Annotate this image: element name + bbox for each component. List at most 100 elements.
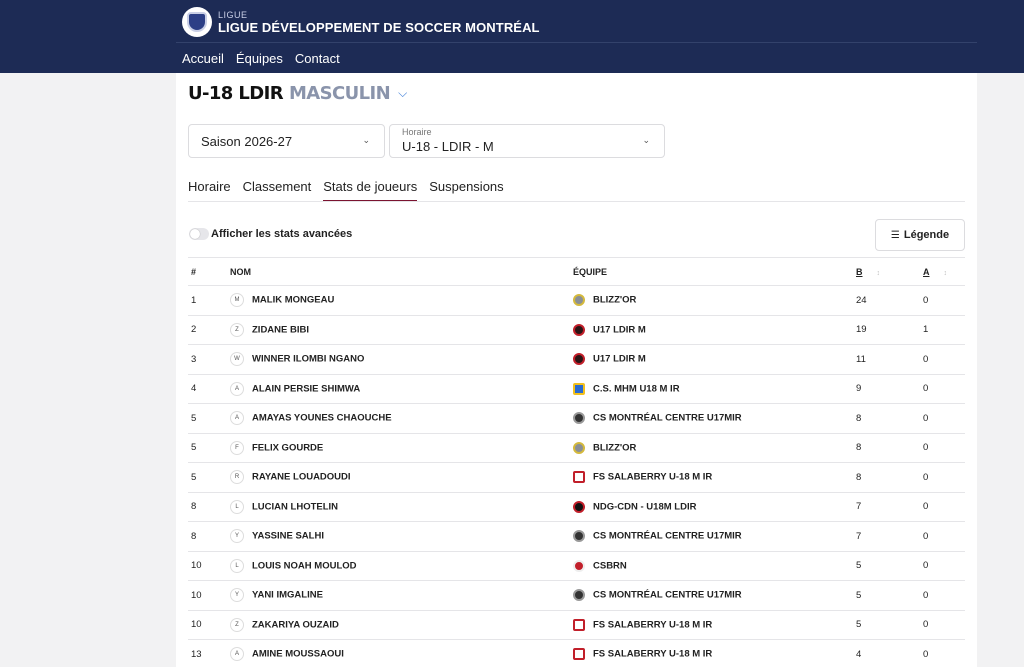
player-name-cell[interactable]: Z ZAKARIYA OUZAID — [230, 610, 573, 640]
player-name-cell[interactable]: A AMAYAS YOUNES CHAOUCHE — [230, 403, 573, 434]
player-name[interactable]: WINNER ILOMBI NGANO — [252, 354, 364, 365]
team-name[interactable]: FS SALABERRY U-18 M IR — [593, 472, 712, 483]
schedule-value: U-18 - LDIR - M — [402, 139, 494, 154]
page-title: U-18 LDIR — [188, 83, 284, 104]
player-name[interactable]: ALAIN PERSIE SHIMWA — [252, 383, 360, 394]
player-name[interactable]: ZIDANE BIBI — [252, 324, 309, 335]
team-cell[interactable]: FS SALABERRY U-18 M IR — [573, 639, 856, 667]
player-name[interactable]: YASSINE SALHI — [252, 531, 324, 542]
team-name[interactable]: C.S. MHM U18 M IR — [593, 383, 680, 394]
tab-classement[interactable]: Classement — [243, 179, 312, 202]
schedule-select[interactable]: Horaire U-18 - LDIR - M ⌄ — [389, 124, 665, 158]
player-name-cell[interactable]: L LOUIS NOAH MOULOD — [230, 551, 573, 581]
team-cell[interactable]: FS SALABERRY U-18 M IR — [573, 462, 856, 493]
table-row: 13 A AMINE MOUSSAOUI FS SALABERRY U-18 M … — [188, 639, 965, 667]
nav-equipes[interactable]: Équipes — [236, 51, 283, 66]
tab-horaire[interactable]: Horaire — [188, 179, 231, 202]
avatar: A — [230, 647, 244, 662]
goals-cell: 5 — [856, 610, 923, 640]
team-cell[interactable]: U17 LDIR M — [573, 315, 856, 345]
sort-icon[interactable]: ↕ — [877, 270, 881, 277]
rank-cell: 10 — [188, 551, 230, 581]
team-cell[interactable]: NDG-CDN - U18M LDIR — [573, 492, 856, 522]
player-name[interactable]: RAYANE LOUADOUDI — [252, 472, 351, 483]
team-crest-icon — [573, 530, 585, 543]
team-name[interactable]: FS SALABERRY U-18 M IR — [593, 649, 712, 660]
legend-button[interactable]: ☰ Légende — [875, 219, 965, 251]
player-name[interactable]: LUCIAN LHOTELIN — [252, 501, 338, 512]
header-assists[interactable]: A ↕ — [923, 257, 965, 286]
goals-cell: 5 — [856, 551, 923, 581]
nav-accueil[interactable]: Accueil — [182, 51, 224, 66]
season-select[interactable]: Saison 2026-27 ⌄ — [188, 124, 385, 158]
team-cell[interactable]: U17 LDIR M — [573, 344, 856, 375]
assists-cell: 0 — [923, 285, 965, 316]
player-name[interactable]: LOUIS NOAH MOULOD — [252, 560, 357, 571]
goals-cell: 8 — [856, 462, 923, 493]
player-name-cell[interactable]: A ALAIN PERSIE SHIMWA — [230, 374, 573, 404]
player-name[interactable]: AMAYAS YOUNES CHAOUCHE — [252, 413, 392, 424]
rank-cell: 5 — [188, 462, 230, 493]
team-name[interactable]: FS SALABERRY U-18 M IR — [593, 619, 712, 630]
team-cell[interactable]: CS MONTRÉAL CENTRE U17MIR — [573, 521, 856, 552]
player-name-cell[interactable]: A AMINE MOUSSAOUI — [230, 639, 573, 667]
team-cell[interactable]: FS SALABERRY U-18 M IR — [573, 610, 856, 640]
player-name-cell[interactable]: Z ZIDANE BIBI — [230, 315, 573, 345]
league-brand[interactable]: LIGUE LIGUE DÉVELOPPEMENT DE SOCCER MONT… — [182, 6, 540, 38]
team-cell[interactable]: CSBRN — [573, 551, 856, 581]
player-name[interactable]: MALIK MONGEAU — [252, 295, 334, 306]
assists-cell: 0 — [923, 639, 965, 667]
brand-small-label: LIGUE — [218, 9, 248, 20]
goals-cell: 5 — [856, 580, 923, 611]
team-crest-icon — [573, 559, 585, 572]
tab-suspensions[interactable]: Suspensions — [429, 179, 503, 202]
team-name[interactable]: CS MONTRÉAL CENTRE U17MIR — [593, 413, 742, 424]
team-cell[interactable]: BLIZZ'OR — [573, 433, 856, 463]
tab-stats-joueurs[interactable]: Stats de joueurs — [323, 179, 418, 202]
advanced-stats-toggle[interactable] — [189, 228, 209, 240]
goals-cell: 7 — [856, 521, 923, 552]
player-name-cell[interactable]: Y YANI IMGALINE — [230, 580, 573, 611]
player-name-cell[interactable]: R RAYANE LOUADOUDI — [230, 462, 573, 493]
team-name[interactable]: BLIZZ'OR — [593, 295, 636, 306]
season-value: Saison 2026-27 — [201, 134, 293, 149]
team-name[interactable]: BLIZZ'OR — [593, 442, 636, 453]
player-name[interactable]: ZAKARIYA OUZAID — [252, 619, 339, 630]
nav-contact[interactable]: Contact — [295, 51, 340, 66]
division-selector[interactable]: U-18 LDIR MASCULIN ⌵ — [188, 83, 407, 104]
team-name[interactable]: NDG-CDN - U18M LDIR — [593, 501, 696, 512]
player-name[interactable]: YANI IMGALINE — [252, 590, 323, 601]
assists-cell: 0 — [923, 521, 965, 552]
player-name[interactable]: FELIX GOURDE — [252, 442, 323, 453]
goals-cell: 19 — [856, 315, 923, 345]
player-name-cell[interactable]: L LUCIAN LHOTELIN — [230, 492, 573, 522]
team-name[interactable]: U17 LDIR M — [593, 354, 646, 365]
team-name[interactable]: CS MONTRÉAL CENTRE U17MIR — [593, 590, 742, 601]
team-cell[interactable]: CS MONTRÉAL CENTRE U17MIR — [573, 580, 856, 611]
team-name[interactable]: U17 LDIR M — [593, 324, 646, 335]
sort-icon[interactable]: ↕ — [944, 270, 948, 277]
team-crest-icon — [573, 412, 585, 425]
table-row: 4 A ALAIN PERSIE SHIMWA C.S. MHM U18 M IR… — [188, 374, 965, 404]
player-name[interactable]: AMINE MOUSSAOUI — [252, 649, 344, 660]
team-name[interactable]: CSBRN — [593, 560, 627, 571]
team-name[interactable]: CS MONTRÉAL CENTRE U17MIR — [593, 531, 742, 542]
player-name-cell[interactable]: F FELIX GOURDE — [230, 433, 573, 463]
schedule-label: Horaire — [402, 127, 432, 137]
player-name-cell[interactable]: Y YASSINE SALHI — [230, 521, 573, 552]
table-row: 2 Z ZIDANE BIBI U17 LDIR M 19 1 — [188, 315, 965, 345]
goals-cell: 24 — [856, 285, 923, 316]
chevron-down-icon[interactable]: ⌵ — [398, 86, 407, 101]
team-cell[interactable]: BLIZZ'OR — [573, 285, 856, 316]
player-name-cell[interactable]: M MALIK MONGEAU — [230, 285, 573, 316]
team-cell[interactable]: CS MONTRÉAL CENTRE U17MIR — [573, 403, 856, 434]
team-cell[interactable]: C.S. MHM U18 M IR — [573, 374, 856, 404]
rank-cell: 5 — [188, 403, 230, 434]
main-nav: Accueil Équipes Contact — [182, 51, 340, 66]
player-name-cell[interactable]: W WINNER ILOMBI NGANO — [230, 344, 573, 375]
table-row: 5 A AMAYAS YOUNES CHAOUCHE CS MONTRÉAL CE… — [188, 403, 965, 434]
table-row: 8 Y YASSINE SALHI CS MONTRÉAL CENTRE U17M… — [188, 521, 965, 552]
topbar-divider — [176, 42, 977, 43]
avatar: L — [230, 558, 244, 573]
header-goals[interactable]: B ↕ — [856, 257, 923, 286]
